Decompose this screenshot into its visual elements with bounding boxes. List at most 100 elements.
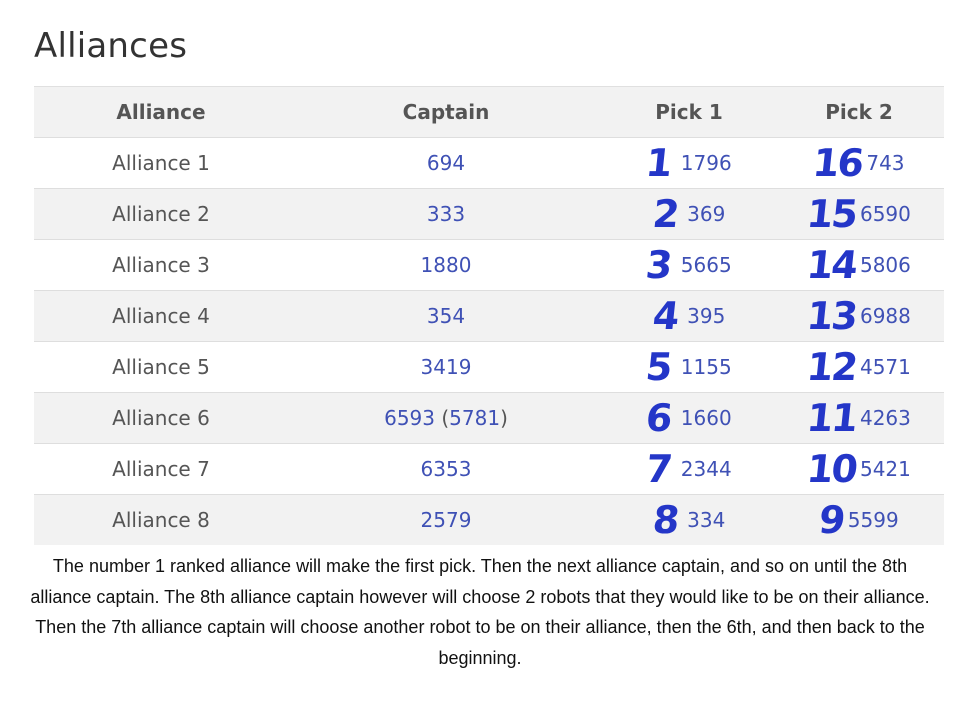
pick1-cell: 4 395 — [604, 290, 774, 342]
handwritten-pick-order-mark: 14 — [804, 243, 859, 287]
pick1-team-link[interactable]: 334 — [687, 508, 725, 532]
pick1-team-link[interactable]: 1155 — [681, 355, 732, 379]
pick2-team-link[interactable]: 743 — [866, 151, 904, 175]
pick1-cell: 3 5665 — [604, 239, 774, 291]
pick2-cell: 13 6988 — [774, 290, 944, 342]
alliance-name: Alliance 3 — [112, 253, 210, 277]
pick2-cell: 10 5421 — [774, 443, 944, 495]
pick2-cell: 14 5806 — [774, 239, 944, 291]
pick2-cell: 11 4263 — [774, 392, 944, 444]
pick2-team-link[interactable]: 4263 — [860, 406, 911, 430]
alliance-name: Alliance 5 — [112, 355, 210, 379]
captain-cell: 354 — [288, 290, 604, 342]
alliance-name: Alliance 4 — [112, 304, 210, 328]
pick1-team-link[interactable]: 1796 — [681, 151, 732, 175]
alliance-cell: Alliance 3 — [34, 239, 288, 291]
captain-team-link[interactable]: 694 — [427, 151, 465, 175]
handwritten-pick-order-mark: 1 — [644, 141, 676, 185]
pick1-team-link[interactable]: 395 — [687, 304, 725, 328]
pick2-column-header: Pick 2 — [774, 86, 944, 138]
alliance-column-header: Alliance — [34, 86, 288, 138]
table-row: Alliance 6 6593 (5781) 6 1660 11 4263 — [34, 392, 944, 444]
pick2-cell: 9 5599 — [774, 494, 944, 545]
handwritten-pick-order-mark: 10 — [804, 447, 859, 491]
pick1-column-header: Pick 1 — [604, 86, 774, 138]
handwritten-pick-order-mark: 9 — [817, 498, 847, 542]
alliance-cell: Alliance 4 — [34, 290, 288, 342]
alliance-cell: Alliance 6 — [34, 392, 288, 444]
handwritten-pick-order-mark: 6 — [644, 396, 676, 440]
alliance-name: Alliance 1 — [112, 151, 210, 175]
captain-team-link[interactable]: 6353 — [421, 457, 472, 481]
handwritten-pick-order-mark: 5 — [644, 345, 676, 389]
page-title: Alliances — [34, 26, 188, 66]
handwritten-pick-order-mark: 2 — [650, 192, 682, 236]
captain-cell: 2579 — [288, 494, 604, 545]
pick1-team-link[interactable]: 5665 — [681, 253, 732, 277]
handwritten-pick-order-mark: 13 — [804, 294, 859, 338]
handwritten-pick-order-mark: 3 — [644, 243, 676, 287]
handwritten-pick-order-mark: 8 — [650, 498, 682, 542]
pick1-cell: 1 1796 — [604, 137, 774, 189]
pick2-team-link[interactable]: 6988 — [860, 304, 911, 328]
table-row: Alliance 7 6353 7 2344 10 5421 — [34, 443, 944, 495]
captain-team-link[interactable]: 3419 — [421, 355, 472, 379]
alliance-cell: Alliance 1 — [34, 137, 288, 189]
pick2-team-link[interactable]: 5421 — [860, 457, 911, 481]
alliance-name: Alliance 7 — [112, 457, 210, 481]
captain-cell: 1880 — [288, 239, 604, 291]
captain-team-link[interactable]: 6593 — [384, 406, 435, 430]
alliance-name: Alliance 2 — [112, 202, 210, 226]
table-row: Alliance 8 2579 8 334 9 5599 — [34, 494, 944, 545]
captain-cell: 333 — [288, 188, 604, 240]
handwritten-pick-order-mark: 15 — [804, 192, 859, 236]
captain-cell: 6593 (5781) — [288, 392, 604, 444]
pick1-team-link[interactable]: 369 — [687, 202, 725, 226]
captain-cell: 694 — [288, 137, 604, 189]
handwritten-pick-order-mark: 4 — [650, 294, 682, 338]
pick1-cell: 6 1660 — [604, 392, 774, 444]
backup-team-paren-close: ) — [500, 406, 508, 430]
pick1-cell: 5 1155 — [604, 341, 774, 393]
table-row: Alliance 4 354 4 395 13 6988 — [34, 290, 944, 342]
alliance-cell: Alliance 2 — [34, 188, 288, 240]
table-row: Alliance 5 3419 5 1155 12 4571 — [34, 341, 944, 393]
alliance-name: Alliance 6 — [112, 406, 210, 430]
alliances-table: Alliance Captain Pick 1 Pick 2 Alliance … — [34, 86, 944, 545]
pick2-team-link[interactable]: 5806 — [860, 253, 911, 277]
handwritten-pick-order-mark: 12 — [804, 345, 859, 389]
pick1-team-link[interactable]: 2344 — [681, 457, 732, 481]
pick2-team-link[interactable]: 5599 — [848, 508, 899, 532]
draft-order-description: The number 1 ranked alliance will make t… — [30, 556, 930, 668]
header-row: Alliance Captain Pick 1 Pick 2 — [34, 86, 944, 138]
pick1-cell: 7 2344 — [604, 443, 774, 495]
table-row: Alliance 2 333 2 369 15 6590 — [34, 188, 944, 240]
alliance-cell: Alliance 7 — [34, 443, 288, 495]
table-body: Alliance 1 694 1 1796 16 743 Alliance 2 333 2 369… — [34, 137, 944, 545]
captain-team-link[interactable]: 333 — [427, 202, 465, 226]
pick2-team-link[interactable]: 6590 — [860, 202, 911, 226]
table-row: Alliance 3 1880 3 5665 14 5806 — [34, 239, 944, 291]
captain-team-link[interactable]: 354 — [427, 304, 465, 328]
alliance-name: Alliance 8 — [112, 508, 210, 532]
captain-cell: 6353 — [288, 443, 604, 495]
pick1-team-link[interactable]: 1660 — [681, 406, 732, 430]
table-row: Alliance 1 694 1 1796 16 743 — [34, 137, 944, 189]
table-header: Alliance Captain Pick 1 Pick 2 — [34, 86, 944, 138]
captain-team-link[interactable]: 1880 — [421, 253, 472, 277]
backup-team-paren-open: ( — [441, 406, 450, 430]
pick1-cell: 8 334 — [604, 494, 774, 545]
handwritten-pick-order-mark: 7 — [644, 447, 676, 491]
pick1-cell: 2 369 — [604, 188, 774, 240]
pick2-team-link[interactable]: 4571 — [860, 355, 911, 379]
pick2-cell: 15 6590 — [774, 188, 944, 240]
captain-cell: 3419 — [288, 341, 604, 393]
captain-column-header: Captain — [288, 86, 604, 138]
handwritten-pick-order-mark: 11 — [804, 396, 859, 440]
handwritten-pick-order-mark: 16 — [811, 141, 865, 185]
alliance-cell: Alliance 8 — [34, 494, 288, 545]
pick2-cell: 16 743 — [774, 137, 944, 189]
captain-team-link[interactable]: 2579 — [421, 508, 472, 532]
pick2-cell: 12 4571 — [774, 341, 944, 393]
backup-team-link[interactable]: 5781 — [449, 406, 500, 430]
